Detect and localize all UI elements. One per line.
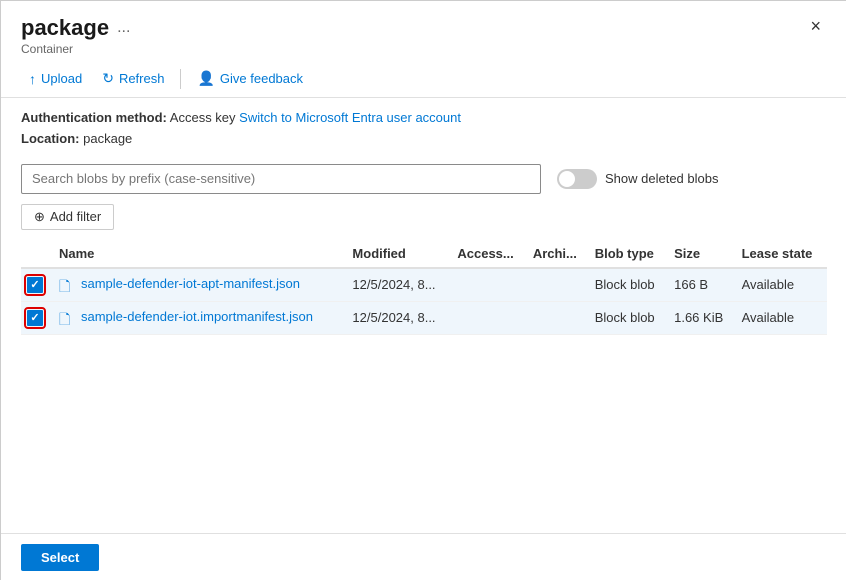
auth-method-label: Authentication method: (21, 110, 167, 125)
row-modified: 12/5/2024, 8... (346, 301, 451, 334)
col-modified[interactable]: Modified (346, 238, 451, 268)
feedback-label: Give feedback (220, 71, 303, 86)
toolbar-separator (180, 69, 181, 89)
row-checkbox-cell[interactable]: ✓ (21, 268, 53, 302)
auth-info-line: Authentication method: Access key Switch… (21, 108, 827, 129)
toggle-row: Show deleted blobs (557, 169, 718, 189)
filter-row: ⊕ Add filter (1, 200, 846, 238)
panel-header: package ... Container × (1, 1, 846, 60)
info-section: Authentication method: Access key Switch… (1, 98, 846, 156)
search-bar-row: Show deleted blobs (1, 156, 846, 200)
row-size: 1.66 KiB (668, 301, 735, 334)
feedback-icon: 👤 (197, 70, 214, 87)
add-filter-button[interactable]: ⊕ Add filter (21, 204, 114, 230)
location-label: Location: (21, 131, 80, 146)
file-icon: 🗋 (59, 309, 75, 325)
location-text: package (83, 131, 132, 146)
row-access (451, 301, 526, 334)
row-name: 🗋 sample-defender-iot-apt-manifest.json (53, 268, 346, 302)
add-filter-icon: ⊕ (34, 209, 45, 225)
footer: Select (1, 533, 846, 581)
panel-title: package ... (21, 15, 130, 41)
row-modified: 12/5/2024, 8... (346, 268, 451, 302)
file-icon: 🗋 (59, 276, 75, 292)
upload-icon: ↑ (29, 71, 36, 87)
row-name: 🗋 sample-defender-iot.importmanifest.json (53, 301, 346, 334)
panel: package ... Container × ↑ Upload ↻ Refre… (1, 1, 846, 581)
row-archive (527, 301, 589, 334)
table-row: ✓ 🗋 sample-defender-iot.importmanifest.jso… (21, 301, 827, 334)
feedback-button[interactable]: 👤 Give feedback (189, 66, 311, 91)
row-lease-state: Available (736, 268, 827, 302)
checkbox-1[interactable]: ✓ (27, 310, 43, 326)
col-name[interactable]: Name (53, 238, 346, 268)
file-name-link[interactable]: sample-defender-iot-apt-manifest.json (81, 276, 300, 291)
file-name-link[interactable]: sample-defender-iot.importmanifest.json (81, 309, 313, 324)
refresh-icon: ↻ (102, 70, 114, 87)
table-header-row: Name Modified Access... Archi... Blob ty… (21, 238, 827, 268)
row-archive (527, 268, 589, 302)
search-input[interactable] (21, 164, 541, 194)
entra-link[interactable]: Switch to Microsoft Entra user account (239, 110, 461, 125)
row-lease-state: Available (736, 301, 827, 334)
panel-title-area: package ... Container (21, 15, 130, 56)
header-ellipsis[interactable]: ... (117, 19, 130, 37)
table-section: Name Modified Access... Archi... Blob ty… (1, 238, 846, 533)
toggle-knob (559, 171, 575, 187)
col-lease-state[interactable]: Lease state (736, 238, 827, 268)
col-blob-type[interactable]: Blob type (589, 238, 668, 268)
refresh-button[interactable]: ↻ Refresh (94, 66, 172, 91)
show-deleted-toggle[interactable] (557, 169, 597, 189)
col-size[interactable]: Size (668, 238, 735, 268)
panel-subtitle: Container (21, 42, 130, 56)
col-access[interactable]: Access... (451, 238, 526, 268)
search-input-wrap (21, 164, 541, 194)
location-info-line: Location: package (21, 129, 827, 150)
select-button[interactable]: Select (21, 544, 99, 571)
toolbar: ↑ Upload ↻ Refresh 👤 Give feedback (1, 60, 846, 98)
show-deleted-label: Show deleted blobs (605, 171, 718, 186)
add-filter-label: Add filter (50, 209, 101, 224)
upload-label: Upload (41, 71, 82, 86)
col-archive[interactable]: Archi... (527, 238, 589, 268)
checkbox-0[interactable]: ✓ (27, 277, 43, 293)
blobs-table: Name Modified Access... Archi... Blob ty… (21, 238, 827, 335)
row-blob-type: Block blob (589, 301, 668, 334)
auth-value-text: Access key (170, 110, 236, 125)
row-access (451, 268, 526, 302)
row-size: 166 B (668, 268, 735, 302)
close-button[interactable]: × (804, 15, 827, 37)
row-blob-type: Block blob (589, 268, 668, 302)
refresh-label: Refresh (119, 71, 165, 86)
row-checkbox-cell[interactable]: ✓ (21, 301, 53, 334)
upload-button[interactable]: ↑ Upload (21, 67, 90, 91)
title-text: package (21, 15, 109, 41)
table-row: ✓ 🗋 sample-defender-iot-apt-manifest.json 1… (21, 268, 827, 302)
col-checkbox (21, 238, 53, 268)
